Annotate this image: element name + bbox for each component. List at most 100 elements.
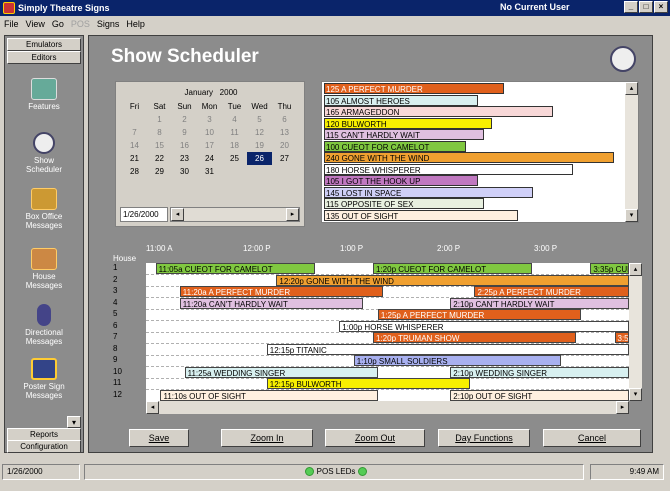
show-bar[interactable]: 3:35p CUEOT [590,263,629,274]
calendar-day[interactable]: 2 [172,113,197,126]
movie-list[interactable]: ▴ ▾ 125 A PERFECT MURDER 105 ALMOST HEROE… [321,81,639,223]
save-button[interactable]: Save [129,429,189,447]
menu-file[interactable]: File [4,19,19,29]
show-bar[interactable]: 2:25p A PERFECT MURDER [474,286,629,297]
calendar-day[interactable]: 19 [247,139,272,152]
scroll-down-icon[interactable]: ▾ [625,209,638,222]
calendar-day[interactable]: 22 [147,152,172,165]
show-bar[interactable]: 11:20a A PERFECT MURDER [179,286,383,297]
calendar-day[interactable]: 15 [147,139,172,152]
scroll-up-icon[interactable]: ▴ [625,82,638,95]
calendar-day[interactable]: 31 [197,165,222,178]
configuration-button[interactable]: Configuration [7,440,81,453]
calendar-day[interactable]: 6 [272,113,297,126]
movie-list-item[interactable]: 105 I GOT THE HOOK UP [324,175,478,186]
movie-list-item[interactable]: 240 GONE WITH THE WIND [324,152,614,163]
minimize-button[interactable]: _ [624,1,638,13]
editors-button[interactable]: Editors [7,51,81,64]
scroll-left-icon[interactable]: ◂ [146,401,159,414]
schedule-vertical-scrollbar[interactable]: ▴ ▾ [629,263,642,401]
scroll-down-icon[interactable]: ▾ [629,388,642,401]
sidebar-scroll-down-button[interactable]: ▾ [67,416,81,428]
calendar-day[interactable]: 10 [197,126,222,139]
calendar-day[interactable]: 4 [222,113,247,126]
menu-view[interactable]: View [26,19,45,29]
movie-list-item[interactable]: 115 OPPOSITE OF SEX [324,198,484,209]
show-bar[interactable]: 1:20p CUEOT FOR CAMELOT [373,263,533,274]
calendar-day[interactable]: 28 [122,165,147,178]
show-bar[interactable]: 3:5 [614,332,629,343]
zoom-in-button[interactable]: Zoom In [221,429,313,447]
calendar-day[interactable]: 26 [247,152,272,165]
menu-signs[interactable]: Signs [97,19,120,29]
calendar-day[interactable]: 21 [122,152,147,165]
movie-list-item[interactable]: 100 CUEOT FOR CAMELOT [324,140,467,152]
calendar-day[interactable]: 8 [147,126,172,139]
schedule-grid[interactable]: 11:05a CUEOT FOR CAMELOT 1:20p CUEOT FOR … [146,263,629,402]
show-bar[interactable]: 11:25a WEDDING SINGER [184,366,378,378]
menu-go[interactable]: Go [52,19,64,29]
calendar-day[interactable]: 23 [172,152,197,165]
show-bar[interactable]: 1:00p HORSE WHISPERER [339,320,629,332]
calendar-scrollbar[interactable]: ◂ ▸ [170,207,300,222]
calendar-day[interactable]: 3 [197,113,222,126]
movie-list-item[interactable]: 145 LOST IN SPACE [324,186,533,198]
show-bar[interactable]: 12:15p TITANIC [266,343,629,355]
movie-list-item[interactable]: 165 ARMAGEDDON [324,106,554,117]
show-bar[interactable]: 11:20a CAN'T HARDLY WAIT [179,297,364,309]
show-bar[interactable]: 2:10p CAN'T HARDLY WAIT [450,297,629,309]
calendar-day[interactable]: 14 [122,139,147,152]
calendar-day[interactable]: 18 [222,139,247,152]
movie-list-item[interactable]: 120 BULWORTH [324,117,493,129]
maximize-button[interactable]: □ [639,1,653,13]
scroll-up-icon[interactable]: ▴ [629,263,642,276]
scroll-left-icon[interactable]: ◂ [171,208,184,221]
movie-list-item[interactable]: 105 ALMOST HEROES [324,94,478,106]
calendar-day[interactable]: 16 [172,139,197,152]
scroll-right-icon[interactable]: ▸ [286,208,299,221]
scroll-right-icon[interactable]: ▸ [616,401,629,414]
sidebar-item-directional-messages[interactable]: Directional Messages [5,304,83,346]
calendar-day[interactable]: 25 [222,152,247,165]
sidebar-item-house-messages[interactable]: House Messages [5,248,83,290]
day-functions-button[interactable]: Day Functions [438,429,530,447]
calendar-day[interactable]: 13 [272,126,297,139]
show-bar[interactable]: 11:10s OUT OF SIGHT [160,389,378,401]
movie-list-scrollbar[interactable]: ▴ ▾ [625,82,638,222]
calendar-day[interactable]: 1 [147,113,172,126]
calendar-day[interactable]: 17 [197,139,222,152]
show-bar[interactable]: 12:20p GONE WITH THE WIND [276,274,629,286]
movie-list-item[interactable]: 180 HORSE WHISPERER [324,163,574,175]
movie-list-item[interactable]: 125 A PERFECT MURDER [324,83,504,94]
movie-list-item[interactable]: 135 OUT OF SIGHT [324,209,519,221]
movie-list-item[interactable]: 115 CAN'T HARDLY WAIT [324,129,484,140]
app-icon[interactable] [3,2,15,14]
calendar-day[interactable]: 11 [222,126,247,139]
calendar-day[interactable]: 29 [147,165,172,178]
sidebar-item-box-office-messages[interactable]: Box Office Messages [5,188,83,230]
cancel-button[interactable]: Cancel [543,429,641,447]
show-bar[interactable]: 1:25p A PERFECT MURDER [377,309,581,320]
calendar-day[interactable]: 24 [197,152,222,165]
calendar-day[interactable]: 30 [172,165,197,178]
schedule-horizontal-scrollbar[interactable]: ◂ ▸ [146,401,629,414]
sidebar-item-show-scheduler[interactable]: Show Scheduler [5,132,83,174]
show-bar[interactable]: 2:10p OUT OF SIGHT [450,389,629,401]
calendar-day[interactable]: 7 [122,126,147,139]
calendar-day[interactable]: 27 [272,152,297,165]
sidebar-item-poster-sign-messages[interactable]: Poster Sign Messages [5,358,83,400]
sidebar-item-features[interactable]: Features [5,78,83,111]
close-button[interactable]: × [654,1,668,13]
zoom-out-button[interactable]: Zoom Out [325,429,425,447]
date-field[interactable]: 1/26/2000 [120,207,168,222]
emulators-button[interactable]: Emulators [7,38,81,51]
show-bar[interactable]: 2:10p WEDDING SINGER [450,366,629,378]
calendar-day[interactable]: 9 [172,126,197,139]
show-bar[interactable]: 1:20p TRUMAN SHOW [373,332,576,343]
calendar-day[interactable]: 20 [272,139,297,152]
calendar-day[interactable]: 5 [247,113,272,126]
show-bar[interactable]: 1:10p SMALL SOLDIERS [353,355,562,366]
show-bar[interactable]: 11:05a CUEOT FOR CAMELOT [155,263,316,274]
menu-help[interactable]: Help [126,19,145,29]
calendar-day[interactable]: 12 [247,126,272,139]
